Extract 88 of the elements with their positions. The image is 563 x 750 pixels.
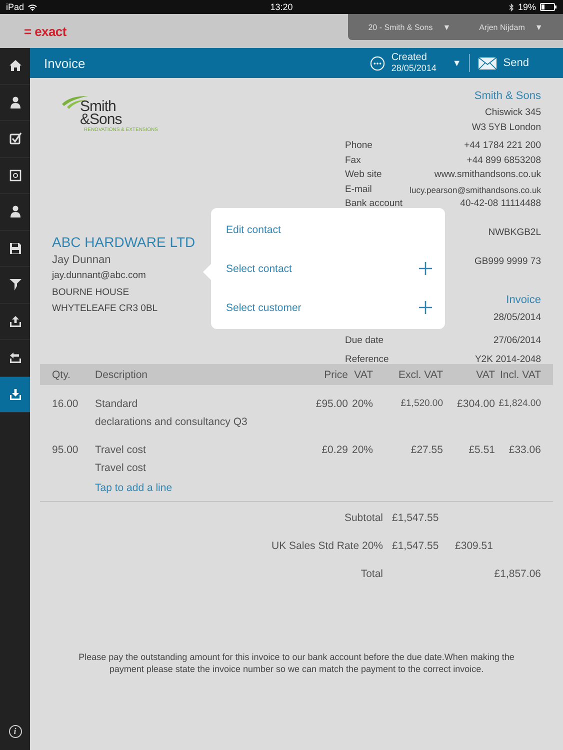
total-label: Total bbox=[360, 568, 383, 582]
envelope-icon bbox=[478, 56, 498, 70]
table-cell-text: declarations and consultancy Q3 bbox=[95, 415, 248, 430]
table-cell-text: £0.29 bbox=[320, 443, 348, 458]
download-icon bbox=[8, 388, 22, 401]
total-label: Subtotal bbox=[343, 512, 383, 526]
field-value: GB999 9999 73 bbox=[474, 255, 541, 269]
total-value: £309.51 bbox=[454, 540, 493, 554]
home-icon bbox=[8, 59, 22, 72]
field-value: 40-42-08 11114488 bbox=[460, 197, 541, 211]
field-value: Y2K 2014-2048 bbox=[474, 352, 541, 366]
field-value: +44 1784 221 200 bbox=[464, 139, 541, 153]
contact-name: Jay Dunnan bbox=[52, 254, 112, 266]
column-header: Incl. VAT bbox=[498, 368, 541, 380]
table-cell-text: £95.00 bbox=[314, 397, 348, 412]
field-value: +44 899 6853208 bbox=[466, 154, 541, 168]
column-header: Qty. bbox=[52, 368, 72, 380]
address-line: BOURNE HOUSE bbox=[52, 286, 130, 300]
column-header: VAT bbox=[353, 368, 373, 380]
page-title: Invoice bbox=[44, 56, 86, 70]
plus-icon bbox=[419, 262, 432, 275]
menu-item[interactable]: Select contact bbox=[211, 249, 445, 288]
section-heading: Invoice bbox=[505, 292, 541, 308]
column-header: Description bbox=[95, 368, 149, 380]
table-cell-text: £304.00 bbox=[456, 397, 495, 412]
table-cell-text: £1,824.00 bbox=[498, 397, 541, 411]
total-value: £1,857.06 bbox=[493, 568, 541, 582]
battery-icon bbox=[540, 3, 557, 11]
field-value: lucy.pearson@smithandsons.co.uk bbox=[410, 184, 541, 197]
upload-icon bbox=[8, 314, 22, 328]
add-line-link[interactable]: Tap to add a line bbox=[95, 480, 172, 496]
checkbox-icon bbox=[8, 132, 22, 146]
table-cell-text: Travel cost bbox=[95, 443, 147, 458]
customer-name: ABC HARDWARE LTD bbox=[52, 234, 196, 250]
person-icon bbox=[8, 205, 22, 218]
table-cell-text: 20% bbox=[350, 443, 373, 458]
tray-arrow-icon bbox=[8, 351, 22, 364]
table-cell-text: Standard bbox=[95, 397, 139, 412]
person-icon bbox=[8, 96, 22, 109]
field-value: NWBKGB2L bbox=[488, 226, 541, 240]
field-label: Bank account bbox=[345, 197, 403, 211]
total-value: £1,547.55 bbox=[392, 512, 440, 526]
field-label: Web site bbox=[345, 168, 382, 182]
address-line: Chiswick 345 bbox=[484, 106, 541, 120]
field-value: 28/05/2014 bbox=[493, 310, 541, 324]
status-dropdown[interactable]: Created 28/05/2014 ▼ bbox=[370, 53, 462, 73]
contact-email: jay.dunnant@abc.com bbox=[52, 269, 147, 283]
bluetooth-icon bbox=[508, 2, 514, 12]
address-line: W3 5YB London bbox=[470, 121, 541, 135]
safe-icon bbox=[8, 168, 22, 182]
menu-item[interactable]: Select customer bbox=[211, 288, 445, 327]
total-value: £1,547.55 bbox=[392, 540, 440, 554]
table-cell-text: 16.00 bbox=[52, 397, 80, 412]
account-dropdown[interactable]: 20 - Smith & Sons ▼ bbox=[368, 22, 451, 32]
table-cell-text: £33.06 bbox=[508, 443, 541, 458]
wifi-icon bbox=[28, 4, 38, 10]
column-header: VAT bbox=[475, 368, 495, 380]
company-name: Smith & Sons bbox=[473, 89, 541, 104]
battery-percent: 19% bbox=[518, 2, 536, 12]
field-label: Phone bbox=[345, 139, 372, 153]
sidebar-item[interactable] bbox=[0, 376, 30, 413]
table-cell-text: £27.55 bbox=[410, 443, 443, 458]
total-label: UK Sales Std Rate 20% bbox=[270, 540, 383, 554]
device-name: iPad bbox=[6, 2, 24, 12]
funnel-icon bbox=[8, 278, 22, 292]
info-button[interactable]: i bbox=[0, 712, 30, 750]
payment-note: Please pay the outstanding amount for this invoice to our bank account before the due date.When making the payment please state the invoice number so we can match the payment to the correct invoice. bbox=[78, 652, 516, 675]
clock-time: 13:20 bbox=[270, 2, 293, 12]
plus-icon bbox=[419, 301, 432, 314]
address-line: WHYTELEAFE CR3 0BL bbox=[52, 302, 159, 316]
field-label: Reference bbox=[345, 352, 389, 366]
field-label: Due date bbox=[345, 334, 384, 348]
field-label: E-mail bbox=[345, 182, 372, 196]
menu-item[interactable]: Edit contact bbox=[211, 210, 445, 249]
table-cell-text: Travel cost bbox=[95, 461, 147, 476]
account-dropdown[interactable]: Arjen Nijdam ▼ bbox=[479, 22, 543, 32]
table-cell-text: 95.00 bbox=[52, 443, 80, 458]
field-label: Fax bbox=[345, 154, 361, 168]
table-cell-text: £5.51 bbox=[468, 443, 495, 458]
send-button[interactable]: Send bbox=[478, 56, 529, 70]
field-value: www.smithandsons.co.uk bbox=[434, 168, 541, 182]
more-icon bbox=[370, 56, 386, 70]
field-value: 27/06/2014 bbox=[493, 334, 541, 348]
table-cell-text: 20% bbox=[350, 397, 373, 412]
column-header: Price bbox=[323, 368, 348, 380]
app-logo: = exact bbox=[24, 24, 66, 39]
column-header: Excl. VAT bbox=[397, 368, 443, 380]
table-cell-text: £1,520.00 bbox=[400, 397, 443, 411]
